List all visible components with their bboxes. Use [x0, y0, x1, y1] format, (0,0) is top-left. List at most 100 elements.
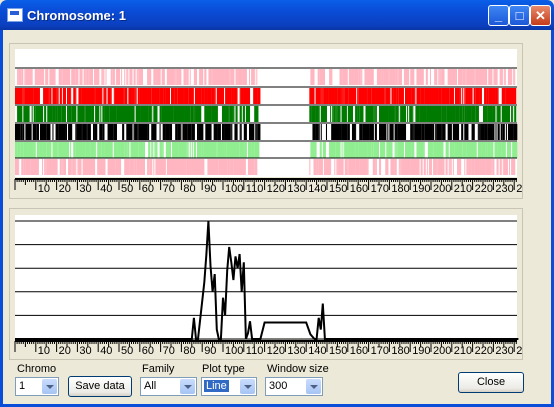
track-segment [48, 88, 50, 104]
track-segment [81, 142, 83, 158]
track-segment [403, 106, 405, 122]
track-segment [337, 106, 340, 122]
chevron-down-icon[interactable] [180, 379, 195, 394]
track-segment [171, 124, 173, 140]
plot-type-select[interactable]: Line [201, 377, 257, 396]
family-select[interactable]: All [140, 377, 197, 396]
track-segment [232, 88, 234, 104]
ruler-tick-label: 70 [163, 183, 175, 195]
track-segment [435, 159, 437, 175]
track-segment [460, 69, 463, 85]
close-window-button[interactable]: ✕ [530, 5, 551, 26]
track-segment [132, 159, 134, 175]
track-segment [157, 159, 159, 175]
track-segment [220, 88, 222, 104]
track-segment [146, 106, 149, 122]
track-segment [138, 106, 141, 122]
track-segment [365, 69, 367, 85]
track-segment [137, 124, 139, 140]
track-segment [232, 69, 234, 85]
track-segment [166, 142, 168, 158]
track-segment [507, 142, 512, 158]
chevron-down-icon[interactable] [306, 379, 321, 394]
track-segment [74, 106, 76, 122]
track-segment [339, 69, 343, 85]
window-size-select[interactable]: 300 [265, 377, 323, 396]
track-segment [173, 159, 175, 175]
track-segment [26, 159, 29, 175]
track-segment [127, 142, 130, 158]
track-segment [418, 124, 422, 140]
track-segment [141, 88, 143, 104]
track-segment [433, 124, 435, 140]
track-segment [197, 124, 199, 140]
track-segment [44, 159, 46, 175]
track-segment [214, 88, 216, 104]
track-segment [323, 142, 325, 158]
plot-background [15, 215, 517, 339]
track-segment [184, 159, 187, 175]
track-segment [229, 69, 231, 85]
ruler-tick-label: 160 [350, 183, 368, 195]
track-segment [185, 88, 187, 104]
chevron-down-icon[interactable] [240, 379, 255, 394]
save-data-button[interactable]: Save data [68, 376, 132, 397]
track-segment [333, 142, 336, 158]
track-segment [349, 106, 351, 122]
track-segment [104, 88, 106, 104]
track-segment [227, 106, 229, 122]
maximize-button[interactable]: □ [509, 5, 530, 26]
track-segment [502, 159, 504, 175]
track-segment [449, 159, 451, 175]
ruler-tick-label: 170 [371, 183, 389, 195]
chromo-select[interactable]: 1 [15, 377, 59, 396]
track-segment [423, 88, 425, 104]
track-segment [62, 159, 64, 175]
track-segment [399, 69, 402, 85]
track-segment [50, 159, 52, 175]
track-segment [21, 159, 24, 175]
ruler-tick-label: 130 [287, 345, 305, 357]
track-segment [70, 88, 72, 104]
density-plot: 10 20 30 40 50 60 70 80 90 100 110 120 130 140 150 160 1… [14, 215, 532, 357]
track-segment [440, 142, 442, 158]
track-segment [75, 159, 77, 175]
track-segment [409, 88, 411, 104]
track-segment [16, 159, 19, 175]
track-segment [478, 88, 480, 104]
track-segment [86, 159, 88, 175]
close-button[interactable]: Close [458, 372, 524, 393]
track-segment [392, 106, 395, 122]
track-segment [323, 159, 326, 175]
track-segment [191, 88, 194, 104]
track-segment [81, 106, 85, 122]
track-segment [212, 88, 215, 104]
plot-type-value: Line [204, 380, 229, 392]
track-segment [138, 88, 140, 104]
track-segment [403, 124, 405, 140]
track-segment [109, 88, 111, 104]
minimize-button[interactable]: _ [488, 5, 509, 26]
track-segment [510, 69, 512, 85]
track-segment [176, 124, 178, 140]
track-segment [115, 142, 117, 158]
track-segment [366, 88, 368, 104]
track-segment [205, 69, 207, 85]
track-segment [119, 142, 121, 158]
track-segment [436, 159, 438, 175]
track-segment [89, 142, 91, 158]
track-segment [409, 106, 413, 122]
track-segment [409, 142, 411, 158]
track-segment [126, 69, 128, 85]
track-segment [497, 88, 499, 104]
track-segment [384, 88, 386, 104]
track-segment [145, 124, 148, 140]
track-segment [86, 124, 88, 140]
chevron-down-icon[interactable] [42, 379, 57, 394]
track-segment [450, 159, 452, 175]
track-segment [126, 142, 128, 158]
track-segment [504, 88, 506, 104]
track-segment [472, 124, 475, 140]
track-segment [371, 106, 374, 122]
track-segment [343, 88, 345, 104]
